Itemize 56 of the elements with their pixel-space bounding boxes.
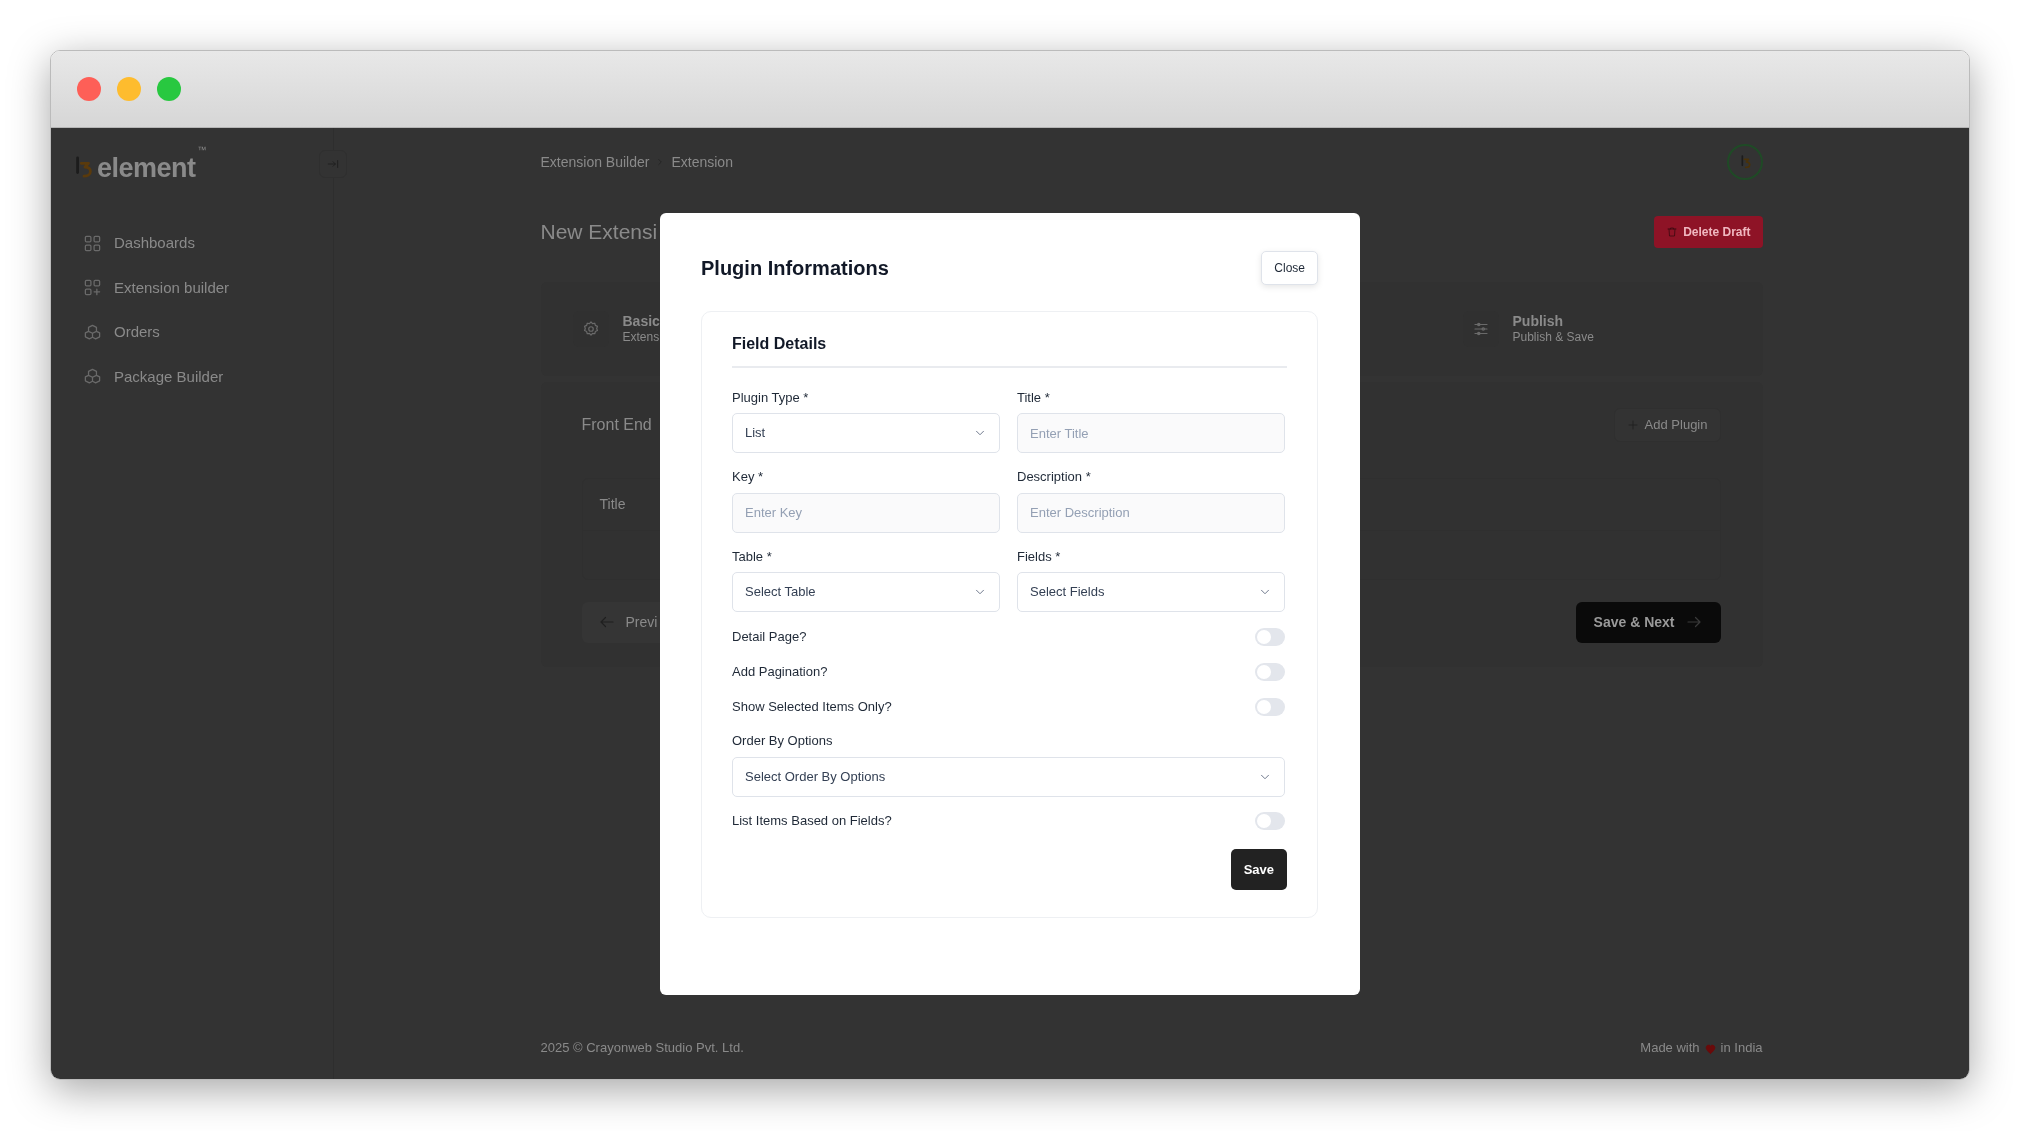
toggle-switch[interactable] bbox=[1255, 627, 1285, 646]
sidebar-item[interactable]: Package Builder bbox=[83, 365, 333, 388]
minimize-window-button[interactable] bbox=[117, 77, 141, 101]
breadcrumb-link[interactable]: Extension bbox=[671, 151, 733, 173]
step-title: Basic bbox=[622, 314, 661, 330]
footer-text: in India bbox=[1720, 1039, 1763, 1058]
field-label: Description * bbox=[1017, 468, 1092, 486]
copyright-text: 2025 © Crayonweb Studio Pvt. Ltd. bbox=[540, 1039, 744, 1058]
toggle-label: Detail Page? bbox=[732, 627, 807, 646]
save-next-button[interactable]: Save & Next bbox=[1575, 601, 1721, 643]
toggle-label: Show Selected Items Only? bbox=[732, 697, 892, 716]
select-field[interactable]: List bbox=[732, 413, 1000, 453]
step-subtitle: Publish & Save bbox=[1512, 329, 1594, 344]
section-title: Front End bbox=[581, 414, 652, 435]
select-field[interactable]: Select Order By Options bbox=[732, 756, 1285, 797]
select-field[interactable]: Select Table bbox=[732, 572, 1000, 612]
input-field[interactable]: Enter Title bbox=[1017, 413, 1285, 453]
trademark-mark: ™ bbox=[197, 144, 207, 157]
select-field[interactable]: Select Fields bbox=[1017, 572, 1285, 612]
delete-draft-button[interactable]: Delete Draft bbox=[1654, 216, 1763, 248]
toggle-switch[interactable] bbox=[1255, 697, 1285, 716]
gear-icon bbox=[581, 320, 600, 338]
grid-plus-icon bbox=[83, 278, 102, 298]
profile-avatar[interactable] bbox=[1726, 144, 1763, 180]
save-button[interactable]: Save bbox=[1230, 848, 1287, 890]
close-window-button[interactable] bbox=[77, 77, 101, 101]
heart-icon bbox=[1703, 1041, 1717, 1055]
footer-text: Made with bbox=[1640, 1039, 1700, 1058]
field-label: Order By Options bbox=[732, 732, 834, 750]
column-header: Title bbox=[599, 494, 626, 514]
logo-text: element bbox=[97, 155, 196, 182]
toggle-switch[interactable] bbox=[1255, 662, 1285, 681]
field-label: Plugin Type * bbox=[732, 388, 810, 407]
field-label: Fields * bbox=[1017, 547, 1062, 566]
trash-icon bbox=[1666, 226, 1679, 238]
field-label: Table * bbox=[732, 547, 773, 566]
step-title: Publish bbox=[1512, 314, 1565, 330]
input-field[interactable]: Enter Description bbox=[1017, 492, 1285, 533]
close-button[interactable]: Close bbox=[1261, 250, 1318, 285]
sidebar-item[interactable]: Extension builder bbox=[83, 276, 333, 299]
breadcrumb-link[interactable]: Extension Builder bbox=[540, 151, 650, 173]
field-label: Title * bbox=[1017, 388, 1051, 407]
sidebar-item[interactable]: Orders bbox=[83, 321, 333, 344]
page-title: New Extensi bbox=[540, 219, 658, 245]
card-title: Field Details bbox=[732, 331, 1287, 368]
input-field[interactable]: Enter Key bbox=[732, 492, 1000, 533]
sidebar-item[interactable]: Dashboards bbox=[83, 232, 333, 255]
toggle-label: List Items Based on Fields? bbox=[732, 812, 892, 831]
grid-icon bbox=[83, 233, 102, 253]
modal-title: Plugin Informations bbox=[701, 255, 889, 280]
sliders-icon bbox=[1471, 320, 1490, 338]
toggle-label: Add Pagination? bbox=[732, 662, 828, 681]
toggle-switch[interactable] bbox=[1255, 812, 1285, 830]
boxes-icon bbox=[83, 322, 102, 342]
field-label: Key * bbox=[732, 468, 765, 486]
maximize-window-button[interactable] bbox=[157, 77, 181, 101]
